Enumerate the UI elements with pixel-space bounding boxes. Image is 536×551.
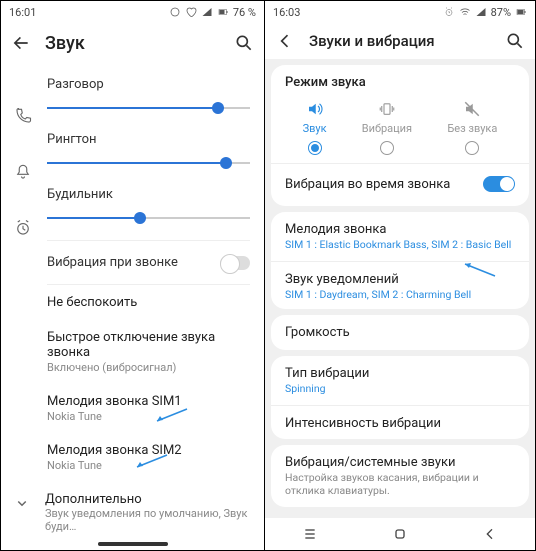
mode-vibrate[interactable]: Вибрация [362,100,412,155]
radio-sound[interactable] [308,141,322,155]
circle-icon [169,6,181,18]
status-bar: 16:01 76 % [1,1,264,23]
vibration-group: Тип вибрации Spinning Интенсивность вибр… [271,356,529,439]
page-title: Звуки и вибрация [309,32,491,50]
battery-pct: 87% [491,6,511,19]
slider-label-alarm: Будильник [47,187,250,202]
toggle-vibrate-ringing[interactable] [483,176,515,192]
header: Звуки и вибрация [265,23,535,59]
nav-recents-icon[interactable] [302,526,318,542]
battery-icon [217,6,229,18]
status-bar: 16:03 87% [265,1,535,23]
heart-icon [185,6,197,18]
row-notification-sound[interactable]: Звук уведомлений SIM 1 : Daydream, SIM 2… [285,272,515,301]
row-vibrate-while-ringing[interactable]: Вибрация во время звонка [285,172,515,196]
row-vibrate-on-ring[interactable]: Вибрация при звонке [1,241,264,284]
sound-mode-section: Режим звука Звук Вибрация Без звука Вибр… [271,65,529,206]
slider-label-ring: Рингтон [47,132,250,147]
row-ringtone-sim1[interactable]: Мелодия звонка SIM1 Nokia Tune [1,384,264,433]
toggle-vibrate[interactable] [220,256,250,270]
row-system-sounds[interactable]: Вибрация/системные звуки Настройка звуко… [271,445,529,507]
row-vibration-type[interactable]: Тип вибрации Spinning [285,366,515,395]
gesture-bar[interactable] [98,542,168,546]
row-ringtone-sim2[interactable]: Мелодия звонка SIM2 Nokia Tune [1,433,264,482]
slider-label-call: Разговор [47,77,250,92]
slider-call[interactable] [47,98,250,118]
mode-sound[interactable]: Звук [303,100,327,155]
mode-mute[interactable]: Без звука [447,100,497,155]
search-icon[interactable] [505,31,525,51]
row-dnd[interactable]: Не беспокоить [1,285,264,320]
wifi-icon [459,6,471,18]
back-icon[interactable] [11,33,31,53]
chevron-down-icon [13,494,31,512]
mute-icon [463,100,481,118]
slider-alarm[interactable] [47,208,250,228]
ringtone-notif-group: Мелодия звонка SIM 1 : Elastic Bookmark … [271,212,529,309]
navigation-bar [265,518,535,550]
bell-icon [14,163,32,181]
radio-mute[interactable] [465,141,479,155]
row-vibration-intensity[interactable]: Интенсивность вибрации [285,416,515,431]
slider-ring[interactable] [47,153,250,173]
nav-home-icon[interactable] [392,526,408,542]
search-icon[interactable] [234,33,254,53]
row-ringtone[interactable]: Мелодия звонка SIM 1 : Elastic Bookmark … [285,222,515,251]
status-time: 16:03 [273,6,300,19]
battery-pct: 76 % [233,6,256,19]
header: Звук [1,23,264,63]
speaker-icon [306,100,324,118]
status-time: 16:01 [9,6,36,19]
row-additional[interactable]: Дополнительно Звук уведомления по умолча… [1,482,264,543]
alarm-status-icon [443,6,455,18]
phone-icon [14,107,32,125]
page-title: Звук [45,33,220,54]
battery-icon [515,6,527,18]
back-icon[interactable] [275,31,295,51]
row-quick-mute[interactable]: Быстрое отключение звука звонка Включено… [1,320,264,384]
signal-icon [475,6,487,18]
row-volume[interactable]: Громкость [271,315,529,350]
radio-vibrate[interactable] [380,141,394,155]
signal-icon [201,6,213,18]
alarm-icon [14,219,32,237]
vibrate-icon [378,100,396,118]
nav-back-icon[interactable] [482,526,498,542]
